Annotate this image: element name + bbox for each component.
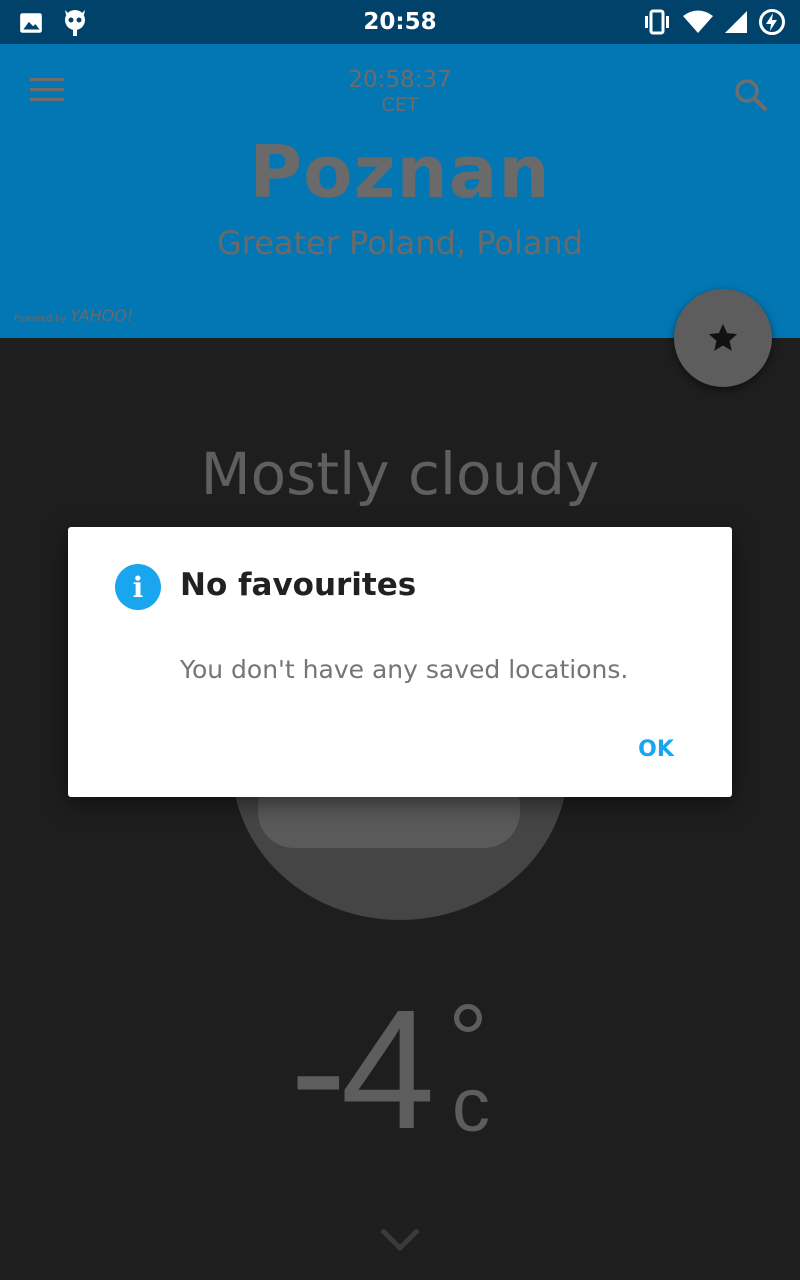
city-name: Poznan [249,130,551,214]
temperature-value: -4 [290,975,435,1165]
region-name: Greater Poland, Poland [216,224,584,262]
battery-charging-icon [758,8,786,40]
yahoo-logo: YAHOO! [70,306,134,325]
star-icon [708,323,738,351]
cell-signal-icon [724,9,748,39]
wifi-icon [682,9,714,39]
search-icon [735,79,767,111]
dialog-message: You don't have any saved locations. [180,655,629,684]
weather-condition: Mostly cloudy [200,440,600,508]
expand-forecast-button[interactable] [378,1224,422,1254]
powered-by-label: Powered by [14,314,67,324]
powered-by-yahoo[interactable]: Powered by YAHOO! [14,306,133,325]
status-bar: 20:58 [0,0,800,44]
chevron-down-icon [380,1228,420,1252]
vibrate-icon [642,9,672,39]
info-icon: i [115,564,161,610]
favourites-button[interactable] [674,289,772,387]
location-header: 20:58:37 CET Poznan Greater Poland, Pola… [0,44,800,338]
timezone-label: CET [381,94,419,116]
local-clock: 20:58:37 [348,67,452,93]
no-favourites-dialog: i No favourites You don't have any saved… [68,527,732,797]
status-bar-right-icons [642,8,786,40]
ok-button[interactable]: OK [624,725,688,773]
search-button[interactable] [732,76,770,114]
dialog-title: No favourites [180,567,417,603]
temperature-unit: c [452,1063,490,1148]
